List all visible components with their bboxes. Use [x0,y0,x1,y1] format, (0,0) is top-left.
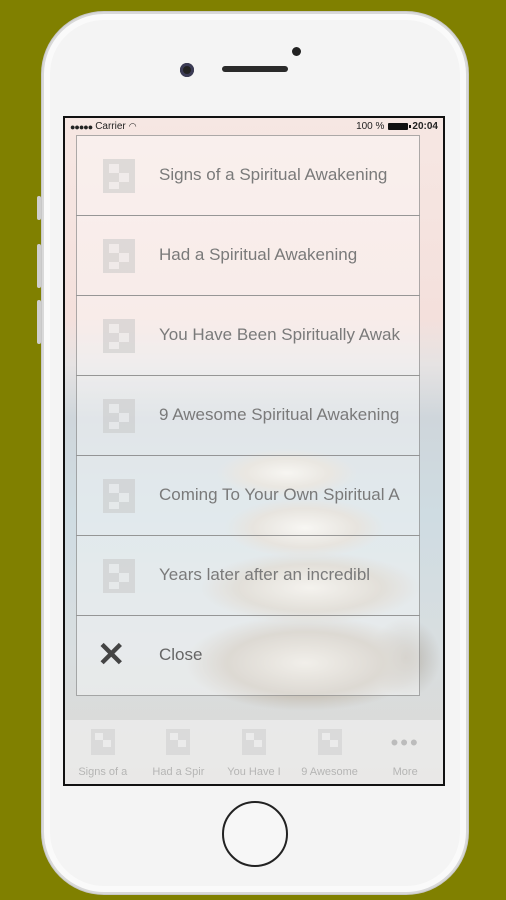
app-screen: ●●●●● Carrier ◠ 100 % 20:04 Signs of a S… [63,116,445,786]
menu-item-label: Years later after an incredibl [159,565,371,584]
menu-item[interactable]: Signs of a Spiritual Awakening [76,135,420,216]
tab-signs[interactable]: Signs of a [65,720,141,784]
tab-bar: Signs of a Had a Spir You Have I 9 Aweso… [65,720,443,784]
tab-9-awesome[interactable]: 9 Awesome [292,720,368,784]
status-bar: ●●●●● Carrier ◠ 100 % 20:04 [65,118,443,136]
more-menu: Signs of a Spiritual Awakening Had a Spi… [76,135,420,696]
tab-label: Had a Spir [152,766,205,778]
article-thumb-icon [103,319,135,353]
close-button[interactable]: ✕ Close [76,615,420,696]
article-thumb-icon [166,729,191,755]
menu-item-label: Had a Spiritual Awakening [159,245,358,264]
tab-label: You Have I [227,766,281,778]
menu-item[interactable]: 9 Awesome Spiritual Awakening [76,375,420,456]
article-thumb-icon [103,159,135,193]
tab-you-have-been[interactable]: You Have I [216,720,292,784]
volume-down-button [37,300,41,344]
front-camera-icon [292,47,301,56]
article-thumb-icon [103,399,135,433]
close-icon: ✕ [97,636,126,674]
menu-item-label: Coming To Your Own Spiritual A [159,485,400,504]
article-thumb-icon [103,239,135,273]
clock: 20:04 [412,121,438,132]
tab-more[interactable]: ••• More [367,720,443,784]
menu-item[interactable]: Had a Spiritual Awakening [76,215,420,296]
article-thumb-icon [90,729,115,755]
more-icon: ••• [390,730,420,755]
article-thumb-icon [241,729,266,755]
volume-up-button [37,244,41,288]
menu-item-label: You Have Been Spiritually Awak [159,325,400,344]
battery-icon [388,123,412,130]
menu-item-label: 9 Awesome Spiritual Awakening [159,405,400,424]
tab-had-a-spiritual[interactable]: Had a Spir [141,720,217,784]
tab-label: Signs of a [78,766,128,778]
close-label: Close [159,645,203,664]
article-thumb-icon [103,479,135,513]
carrier-label: Carrier [95,121,126,132]
menu-item-label: Signs of a Spiritual Awakening [159,165,388,184]
earpiece-speaker [222,66,288,72]
article-thumb-icon [103,559,135,593]
signal-strength-icon: ●●●●● [70,121,93,132]
menu-item[interactable]: You Have Been Spiritually Awak [76,295,420,376]
menu-item[interactable]: Coming To Your Own Spiritual A [76,455,420,536]
wifi-icon: ◠ [128,121,137,131]
article-thumb-icon [317,729,342,755]
camera-lens-icon [180,63,194,77]
battery-percent: 100 % [356,121,385,132]
home-button[interactable] [222,801,288,867]
tab-label: More [392,766,418,778]
tab-label: 9 Awesome [301,766,358,778]
menu-item[interactable]: Years later after an incredibl [76,535,420,616]
mute-switch [37,196,41,220]
